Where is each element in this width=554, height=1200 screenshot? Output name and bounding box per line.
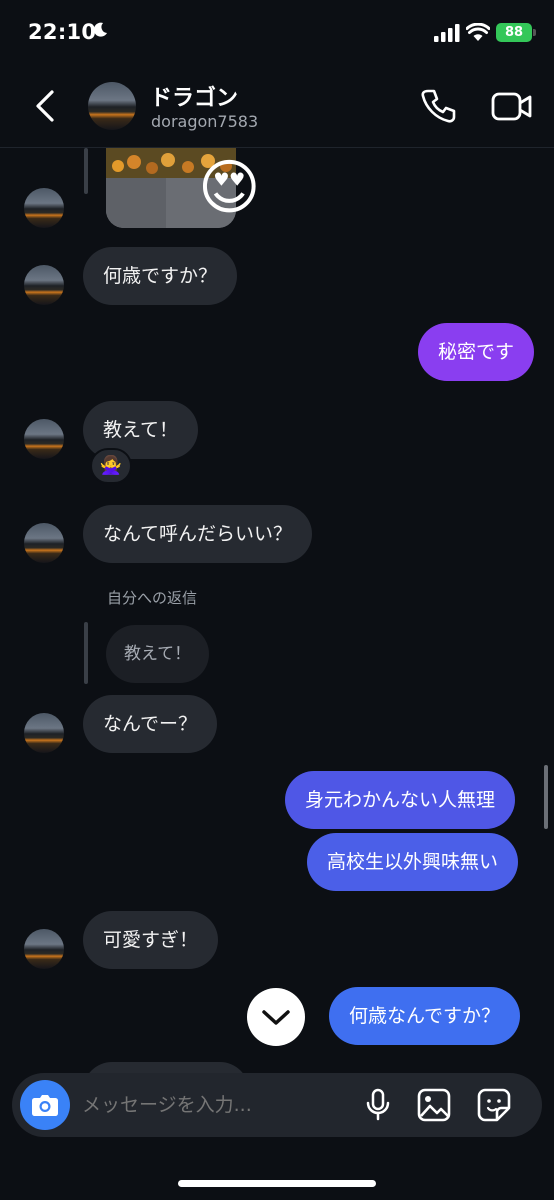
message-composer [12,1073,542,1137]
reply-label: 自分への返信 [107,589,198,607]
chat-header: ドラゴン doragon7583 [0,66,554,148]
message-outgoing[interactable]: 身元わかんない人無理 [285,771,516,829]
camera-icon [32,1095,58,1116]
wifi-icon [466,23,490,41]
battery-tip [533,29,536,36]
message-outgoing[interactable]: 高校生以外興味無い [307,833,519,891]
microphone-icon[interactable] [364,1088,392,1122]
avatar[interactable] [24,713,64,753]
reply-line [84,148,88,194]
message-outgoing[interactable]: 何歳なんですか？ [329,987,521,1045]
reply-quote[interactable]: 教えて！ [106,625,210,683]
home-indicator [178,1180,376,1187]
status-bar: 22:10 88 [0,0,554,66]
message-input[interactable] [82,1073,352,1137]
moon-icon [93,22,107,37]
message-incoming[interactable]: 可愛すぎ！ [83,911,219,969]
gallery-icon[interactable] [416,1087,452,1123]
scroll-to-bottom-button[interactable] [247,988,305,1046]
reply-line [84,622,88,684]
signal-icon [434,24,460,42]
sticker-icon[interactable] [476,1087,512,1123]
message-reaction[interactable]: 🙅‍♀️ [90,448,132,484]
status-time: 22:10 [28,20,97,44]
avatar[interactable] [24,929,64,969]
message-incoming[interactable]: なんて呼んだらいい？ [83,505,313,563]
header-avatar[interactable] [88,82,136,130]
avatar[interactable] [24,188,64,228]
avatar[interactable] [24,523,64,563]
chevron-down-icon [262,1010,290,1025]
avatar[interactable] [24,419,64,459]
heart-eyes-reaction: 😍 [198,153,261,223]
video-camera-icon[interactable] [490,86,532,126]
camera-button[interactable] [20,1080,70,1130]
contact-username[interactable]: doragon7583 [151,112,258,131]
avatar[interactable] [24,265,64,305]
message-incoming[interactable]: 何歳ですか？ [83,247,238,305]
battery-indicator: 88 [496,23,532,42]
message-outgoing[interactable]: 秘密です [418,323,535,381]
contact-name[interactable]: ドラゴン [150,80,238,112]
message-incoming[interactable]: なんでー？ [83,695,218,753]
phone-icon[interactable] [418,86,458,126]
back-icon[interactable] [28,86,64,126]
scrollbar[interactable] [544,765,548,829]
